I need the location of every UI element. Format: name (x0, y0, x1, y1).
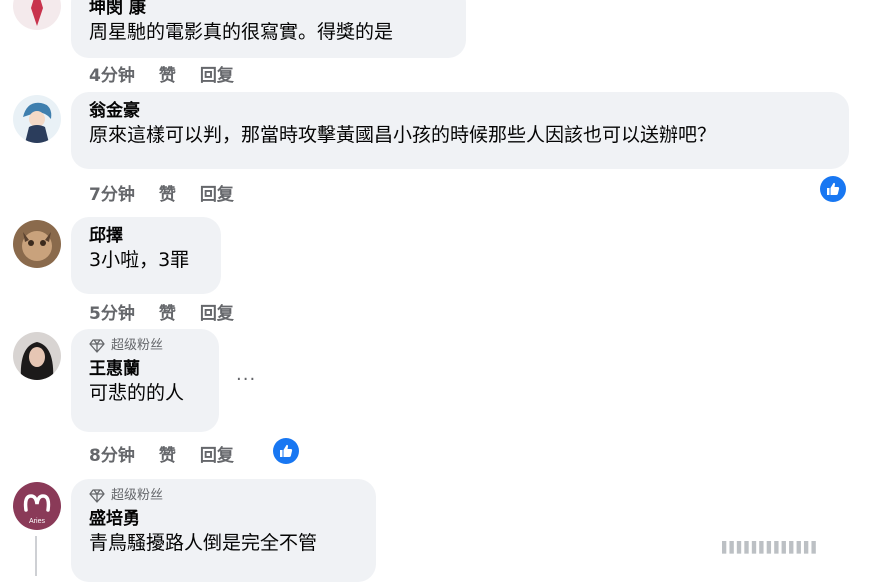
commenter-name[interactable]: 翁金豪 (89, 100, 831, 122)
avatar-logo-text: Aries (29, 518, 45, 525)
super-fan-badge: 超级粉丝 (89, 337, 201, 355)
super-fan-label: 超级粉丝 (111, 338, 164, 353)
comment-bubble: 超级粉丝 王惠蘭 可悲的的人 (71, 329, 219, 432)
like-reaction-icon[interactable] (820, 176, 846, 202)
comment-time[interactable]: 8分钟 (89, 441, 135, 466)
like-reaction-icon[interactable] (273, 438, 299, 464)
comment-text: 青鳥騷擾路人倒是完全不管 (89, 532, 318, 554)
comment-bubble: 翁金豪 原來這樣可以判，那當時攻擊黃國昌小孩的時候那些人因該也可以送辦吧？ (71, 92, 849, 169)
super-fan-label: 超级粉丝 (111, 488, 164, 503)
comment-text: 原來這樣可以判，那當時攻擊黃國昌小孩的時候那些人因該也可以送辦吧？ (89, 124, 717, 146)
comment-bubble: 超级粉丝 盛培勇 青鳥騷擾路人倒是完全不管 (71, 479, 376, 582)
commenter-name[interactable]: 盛培勇 (89, 508, 358, 530)
reply-button[interactable]: 回复 (200, 61, 234, 86)
reply-button[interactable]: 回复 (200, 299, 234, 324)
avatar[interactable] (13, 332, 61, 380)
like-button[interactable]: 赞 (159, 299, 176, 324)
comment-bubble: 坤閔 康 周星馳的電影真的很寫實。得獎的是 (71, 0, 466, 58)
comment-actions: 4分钟 赞 回复 (89, 61, 234, 86)
comment-bubble: 邱擇 3小啦，3罪 (71, 217, 221, 294)
thread-line (35, 536, 37, 576)
more-options-button[interactable]: ··· (236, 369, 256, 390)
comment-actions: 5分钟 赞 回复 (89, 299, 234, 324)
comment-actions: 8分钟 赞 回复 (89, 441, 234, 466)
commenter-name[interactable]: 王惠蘭 (89, 358, 201, 380)
like-button[interactable]: 赞 (159, 180, 176, 205)
reply-button[interactable]: 回复 (200, 441, 234, 466)
avatar[interactable]: Aries (13, 482, 61, 530)
like-button[interactable]: 赞 (159, 61, 176, 86)
reply-button[interactable]: 回复 (200, 180, 234, 205)
avatar[interactable] (13, 220, 61, 268)
diamond-icon (89, 339, 105, 353)
super-fan-badge: 超级粉丝 (89, 487, 358, 505)
watermark: ▌▌▌▌▌▌▌▌▌▌▌▌▌ (722, 541, 820, 554)
comment-text: 周星馳的電影真的很寫實。得獎的是 (89, 21, 394, 43)
comment-actions: 7分钟 赞 回复 (89, 180, 234, 205)
comment-text: 可悲的的人 (89, 382, 185, 404)
diamond-icon (89, 489, 105, 503)
like-button[interactable]: 赞 (159, 441, 176, 466)
commenter-name[interactable]: 坤閔 康 (89, 0, 448, 19)
commenter-name[interactable]: 邱擇 (89, 225, 203, 247)
comment-text: 3小啦，3罪 (89, 249, 190, 271)
comment-time[interactable]: 5分钟 (89, 299, 135, 324)
comment-time[interactable]: 7分钟 (89, 180, 135, 205)
comment-time[interactable]: 4分钟 (89, 61, 135, 86)
avatar[interactable] (13, 0, 61, 30)
avatar[interactable] (13, 95, 61, 143)
